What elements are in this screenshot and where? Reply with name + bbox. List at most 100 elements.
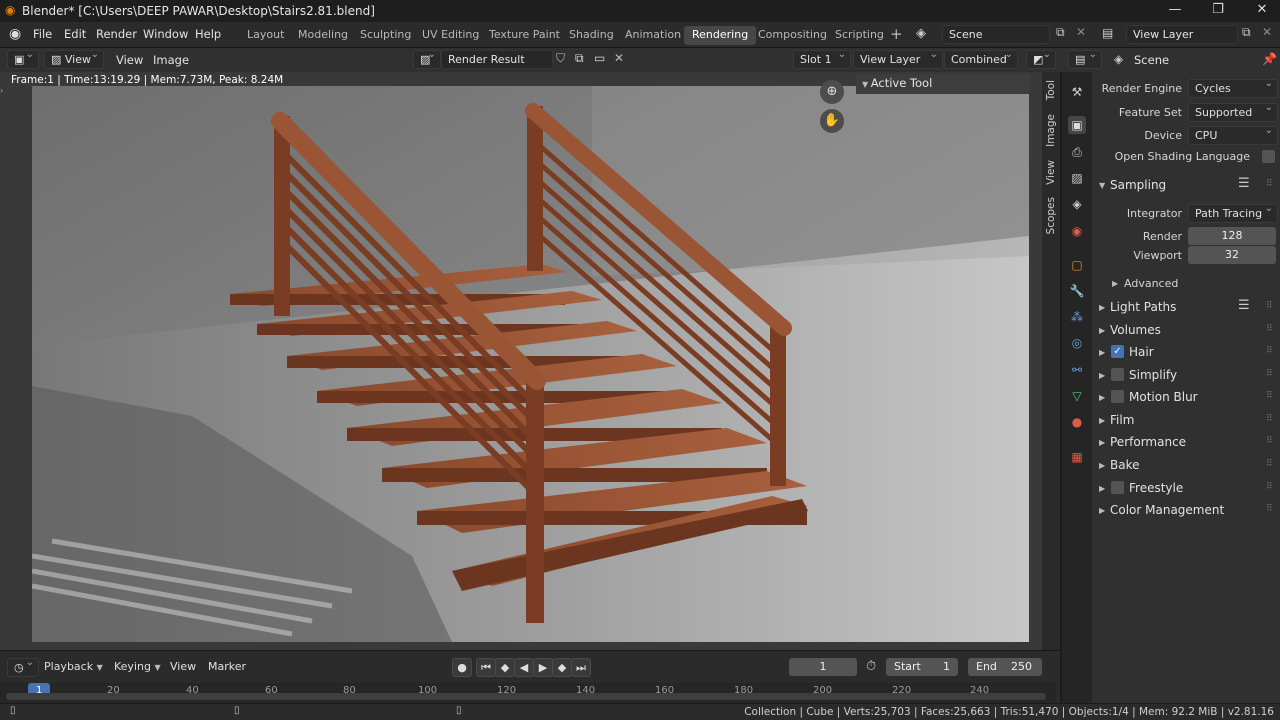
tab-sculpting[interactable]: Sculpting (352, 26, 419, 45)
zoom-icon[interactable]: ⊕ (820, 80, 844, 104)
view-layer-properties-icon[interactable]: ▨ (1068, 169, 1086, 187)
motion-blur-expand-icon[interactable]: ▶ (1099, 393, 1105, 402)
keying-menu[interactable]: Keying ▼ (114, 660, 161, 673)
image-name-field[interactable]: Render Result (441, 50, 553, 69)
light-paths-presets-icon[interactable]: ☰ (1238, 298, 1250, 313)
scene-field[interactable]: Scene (942, 25, 1050, 44)
integrator-dropdown[interactable]: Path Tracing (1188, 203, 1278, 223)
object-properties-icon[interactable]: ▢ (1068, 256, 1086, 274)
film-panel-header[interactable]: Film (1110, 413, 1134, 427)
tab-layout[interactable]: Layout (239, 26, 292, 45)
timeline-view-menu[interactable]: View (170, 660, 196, 673)
pass-dropdown[interactable]: Combined (944, 49, 1018, 69)
pan-hand-icon[interactable]: ✋ (820, 109, 844, 133)
device-dropdown[interactable]: CPU (1188, 125, 1278, 145)
drag-handle-icon[interactable]: ⠿ (1266, 391, 1273, 401)
menu-edit[interactable]: Edit (64, 27, 86, 41)
tab-view[interactable]: View (1045, 160, 1057, 185)
tab-animation[interactable]: Animation (617, 26, 689, 45)
new-scene-icon[interactable]: ⧉ (1056, 25, 1065, 40)
constraints-properties-icon[interactable]: ⚯ (1068, 361, 1086, 379)
drag-handle-icon[interactable]: ⠿ (1266, 346, 1273, 356)
properties-editor-type-dropdown[interactable]: ▤ (1068, 49, 1102, 69)
menu-help[interactable]: Help (195, 27, 221, 41)
freestyle-checkbox[interactable] (1111, 481, 1124, 494)
sampling-expand-icon[interactable]: ▼ (1099, 181, 1105, 190)
drag-handle-icon[interactable]: ⠿ (1266, 414, 1273, 424)
menu-view[interactable]: View (116, 53, 143, 67)
modifier-properties-icon[interactable]: 🔧 (1068, 282, 1086, 300)
timeline-scrollbar[interactable] (6, 693, 1046, 700)
jump-end-icon[interactable]: ⏭ (571, 658, 591, 677)
delete-scene-icon[interactable]: ✕ (1076, 25, 1086, 39)
bake-expand-icon[interactable]: ▶ (1099, 461, 1105, 470)
tab-uv-editing[interactable]: UV Editing (414, 26, 487, 45)
scene-selector-icon[interactable]: ◈ (916, 26, 926, 41)
volumes-expand-icon[interactable]: ▶ (1099, 326, 1105, 335)
drag-handle-icon[interactable]: ⠿ (1266, 436, 1273, 446)
drag-handle-icon[interactable]: ⠿ (1266, 504, 1273, 514)
next-keyframe-icon[interactable]: ◆ (552, 658, 572, 677)
active-tool-panel[interactable]: ▼ Active Tool (856, 74, 1030, 94)
simplify-checkbox[interactable] (1111, 368, 1124, 381)
advanced-expand-icon[interactable]: ▶ (1112, 279, 1118, 288)
record-icon[interactable]: ● (452, 658, 472, 677)
physics-properties-icon[interactable]: ◎ (1068, 334, 1086, 352)
motion-blur-panel-header[interactable]: Motion Blur (1129, 390, 1198, 404)
color-management-expand-icon[interactable]: ▶ (1099, 506, 1105, 515)
render-samples-field[interactable]: 128 (1188, 227, 1276, 245)
editor-type-dropdown[interactable]: ▣ (7, 49, 39, 69)
fake-user-shield-icon[interactable]: ⛉ (556, 51, 565, 66)
drag-handle-icon[interactable]: ⠿ (1266, 459, 1273, 469)
tab-scripting[interactable]: Scripting (827, 26, 892, 45)
current-frame-field[interactable]: 1 (789, 658, 857, 676)
tab-scopes[interactable]: Scopes (1045, 197, 1057, 234)
playback-menu[interactable]: Playback ▼ (44, 660, 103, 673)
motion-blur-checkbox[interactable] (1111, 390, 1124, 403)
material-properties-icon[interactable]: ● (1068, 413, 1086, 431)
delete-view-layer-icon[interactable]: ✕ (1262, 25, 1272, 39)
prev-keyframe-icon[interactable]: ◆ (495, 658, 515, 677)
freestyle-panel-header[interactable]: Freestyle (1129, 481, 1183, 495)
tab-tool[interactable]: Tool (1045, 80, 1057, 100)
view-layer-field[interactable]: View Layer (1126, 25, 1238, 44)
slot-dropdown[interactable]: Slot 1 (793, 49, 851, 69)
view-layer-icon[interactable]: ▤ (1102, 26, 1113, 40)
output-properties-icon[interactable]: ⎙ (1068, 143, 1086, 161)
minimize-icon[interactable]: — (1165, 2, 1185, 20)
film-expand-icon[interactable]: ▶ (1099, 416, 1105, 425)
texture-properties-icon[interactable]: ▦ (1068, 448, 1086, 466)
simplify-panel-header[interactable]: Simplify (1129, 368, 1177, 382)
drag-handle-icon[interactable]: ⠿ (1266, 301, 1273, 311)
volumes-panel-header[interactable]: Volumes (1110, 323, 1161, 337)
drag-handle-icon[interactable]: ⠿ (1266, 369, 1273, 379)
advanced-subpanel[interactable]: Advanced (1124, 277, 1178, 290)
layer-dropdown[interactable]: View Layer (853, 49, 943, 69)
blender-menu-icon[interactable]: ◉ (9, 26, 21, 42)
drag-handle-icon[interactable]: ⠿ (1266, 179, 1273, 189)
drag-handle-icon[interactable]: ⠿ (1266, 324, 1273, 334)
sampling-panel-header[interactable]: Sampling (1110, 178, 1166, 192)
world-properties-icon[interactable]: ◉ (1068, 222, 1086, 240)
performance-panel-header[interactable]: Performance (1110, 435, 1186, 449)
menu-window[interactable]: Window (143, 27, 188, 41)
feature-set-dropdown[interactable]: Supported (1188, 102, 1278, 122)
osl-checkbox[interactable] (1262, 150, 1275, 163)
tab-shading[interactable]: Shading (561, 26, 622, 45)
tab-compositing[interactable]: Compositing (750, 26, 835, 45)
data-properties-icon[interactable]: ▽ (1068, 387, 1086, 405)
particles-properties-icon[interactable]: ⁂ (1068, 308, 1086, 326)
performance-expand-icon[interactable]: ▶ (1099, 438, 1105, 447)
tab-image[interactable]: Image (1045, 114, 1057, 147)
timeline-editor-type-dropdown[interactable]: ◷ (7, 657, 39, 677)
bake-panel-header[interactable]: Bake (1110, 458, 1140, 472)
play-icon[interactable]: ▶ (533, 658, 553, 677)
tab-rendering[interactable]: Rendering (684, 26, 757, 45)
new-image-icon[interactable]: ⧉ (575, 51, 584, 66)
play-reverse-icon[interactable]: ◀ (514, 658, 534, 677)
new-view-layer-icon[interactable]: ⧉ (1242, 25, 1251, 40)
color-management-panel-header[interactable]: Color Management (1110, 503, 1224, 517)
open-image-folder-icon[interactable]: ▭ (594, 51, 605, 65)
light-paths-expand-icon[interactable]: ▶ (1099, 303, 1105, 312)
menu-render[interactable]: Render (96, 27, 137, 41)
